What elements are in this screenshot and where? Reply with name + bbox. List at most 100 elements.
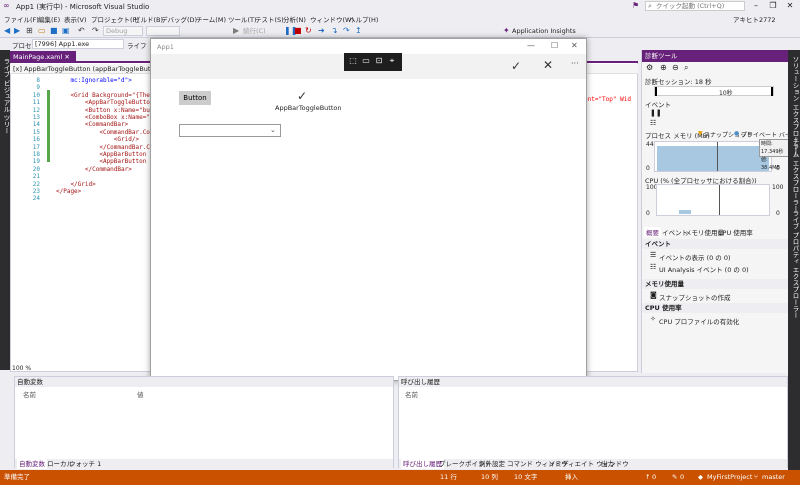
private-legend-icon: ●: [734, 130, 740, 137]
menu-window[interactable]: ウィンドウ(W): [310, 14, 354, 24]
take-snapshot-link[interactable]: スナップショットの作成: [659, 292, 731, 302]
platform-dropdown[interactable]: [146, 26, 180, 36]
menu-debug[interactable]: デバッグ(D): [161, 14, 197, 24]
ui-analysis-link[interactable]: UI Analysis イベント (0 の 0): [659, 264, 749, 274]
status-repo[interactable]: MyFirstProject: [707, 470, 752, 485]
open-folder-icon[interactable]: ▭: [38, 26, 46, 36]
continue-label[interactable]: 続行(C): [243, 26, 266, 36]
memory-area: [657, 146, 769, 171]
app-button[interactable]: Button: [179, 91, 211, 105]
tab-output[interactable]: 出力: [599, 459, 616, 469]
app-close-button[interactable]: ✕: [571, 41, 578, 50]
visual-studio-icon: ∞: [3, 1, 10, 10]
more-icon[interactable]: ···: [571, 59, 579, 68]
autos-tabs: 自動変数 ローカル ウォッチ 1: [15, 459, 393, 469]
tab-immediate-window[interactable]: イミディエイト ウィンドウ: [547, 459, 631, 469]
change-indicator: [47, 90, 50, 162]
call-stack-title: 呼び出し履歴: [401, 378, 440, 386]
tab-summary[interactable]: 概要: [644, 227, 661, 237]
maximize-button[interactable]: ❐: [765, 0, 781, 12]
menu-edit[interactable]: 編集(E): [38, 14, 60, 24]
autos-header: 自動変数: [15, 377, 393, 387]
restart-icon[interactable]: ↻: [305, 26, 312, 36]
status-up[interactable]: 0: [652, 470, 656, 485]
line-number: 14: [32, 121, 40, 129]
stop-icon[interactable]: ■: [294, 26, 302, 36]
track-focus-icon[interactable]: ⊡: [374, 56, 384, 66]
col-value[interactable]: 値: [137, 389, 144, 399]
app-bar-toggle-button[interactable]: ✓ AppBarToggleButton: [261, 89, 342, 115]
menu-test[interactable]: テスト(S): [255, 14, 284, 24]
display-adorners-icon[interactable]: ▭: [361, 56, 371, 66]
zoom-out-icon[interactable]: ⊖: [672, 63, 679, 72]
break-icon: ❚❚: [650, 109, 662, 117]
menu-file[interactable]: ファイル(F): [4, 14, 39, 24]
close-tab-icon[interactable]: ✕: [64, 53, 69, 61]
code-line: mc:Ignorable="d">: [56, 77, 132, 84]
redo-icon[interactable]: ↷: [92, 26, 99, 36]
tab-mainpage-xaml[interactable]: MainPage.xaml ✕: [10, 51, 76, 63]
menu-tools[interactable]: ツール(T): [228, 14, 257, 24]
user-name[interactable]: アキヒト2772: [733, 14, 776, 24]
menu-help[interactable]: ヘルプ(H): [349, 14, 378, 24]
feedback-flag-icon[interactable]: ⚑: [632, 1, 639, 10]
cancel-icon[interactable]: ✕: [543, 58, 553, 72]
tab-cpu-usage[interactable]: CPU 使用率: [718, 227, 753, 237]
tooltip-time: 時間: 17.349秒: [761, 141, 784, 155]
minimize-button[interactable]: –: [748, 0, 764, 12]
app-maximize-button[interactable]: ☐: [551, 41, 558, 50]
pencil-icon[interactable]: ✎: [672, 470, 677, 485]
status-pencil[interactable]: 0: [680, 470, 684, 485]
cpu-chart[interactable]: [656, 184, 770, 216]
settings-icon[interactable]: ⚙: [646, 63, 653, 72]
menu-team[interactable]: チーム(M): [196, 14, 226, 24]
show-next-statement-icon[interactable]: ➜: [318, 26, 325, 36]
forward-icon[interactable]: ▶: [14, 26, 20, 36]
events-view-icon: ☰: [650, 251, 657, 259]
save-all-icon[interactable]: ▣: [62, 26, 70, 36]
config-dropdown[interactable]: Debug: [103, 26, 143, 36]
select-element-icon[interactable]: ⬚: [348, 56, 358, 66]
tab-watch1[interactable]: ウォッチ 1: [67, 459, 103, 469]
diag-tabs: 概要 イベント メモリ使用量 CPU 使用率: [642, 227, 789, 237]
back-icon[interactable]: ◀: [4, 26, 10, 36]
live-property-explorer-tab[interactable]: ライブ プロパティ エクスプローラー: [790, 210, 800, 318]
enable-cpu-profiling-link[interactable]: CPU プロファイルの有効化: [659, 316, 739, 326]
upload-icon[interactable]: ↑: [645, 470, 650, 485]
step-over-icon[interactable]: ↷: [343, 26, 350, 36]
menu-build[interactable]: ビルド(B): [134, 14, 163, 24]
undo-icon[interactable]: ↶: [78, 26, 85, 36]
step-out-icon[interactable]: ↥: [355, 26, 362, 36]
line-number: 19: [32, 158, 40, 166]
new-project-icon[interactable]: ⊞: [26, 26, 33, 36]
continue-icon[interactable]: ▶: [233, 26, 239, 36]
tab-exception-settings[interactable]: 例外設定: [477, 459, 507, 469]
zoom-level[interactable]: 100 %: [12, 365, 42, 373]
step-into-icon[interactable]: ↴: [331, 26, 338, 36]
close-button[interactable]: ✕: [782, 0, 798, 12]
status-branch[interactable]: master: [762, 470, 785, 485]
app-minimize-button[interactable]: —: [527, 41, 535, 50]
menu-analyze[interactable]: 分析(N): [283, 14, 306, 24]
check-icon[interactable]: ✓: [511, 59, 521, 73]
reset-zoom-icon[interactable]: ⌕: [684, 63, 688, 73]
layout-icon[interactable]: ⌖: [387, 56, 397, 66]
process-value: [7996] App1.exe: [35, 40, 90, 48]
tab-label: MainPage.xaml: [13, 53, 63, 61]
save-icon[interactable]: ■: [50, 26, 58, 36]
quick-launch-input[interactable]: ⌕ クイック起動 (Ctrl+Q): [645, 1, 745, 11]
app-insights-button[interactable]: Application Insights: [512, 26, 576, 36]
process-dropdown[interactable]: [7996] App1.exe: [32, 39, 124, 49]
code-line: <Grid/>: [56, 136, 140, 144]
memory-chart[interactable]: [654, 141, 772, 172]
timeline-ruler[interactable]: 10秒: [654, 86, 774, 97]
col-name[interactable]: 名前: [23, 389, 36, 399]
team-explorer-tab[interactable]: チーム エクスプローラー: [790, 138, 800, 212]
tab-autos[interactable]: 自動変数: [17, 459, 47, 469]
menu-project[interactable]: プロジェクト(P): [91, 14, 139, 24]
app-combobox[interactable]: ⌄: [179, 124, 281, 137]
menu-view[interactable]: 表示(V): [64, 14, 87, 24]
zoom-in-icon[interactable]: ⊕: [660, 63, 667, 72]
view-events-link[interactable]: イベントの表示 (0 の 0): [659, 252, 731, 262]
call-stack-col-name[interactable]: 名前: [405, 389, 418, 399]
